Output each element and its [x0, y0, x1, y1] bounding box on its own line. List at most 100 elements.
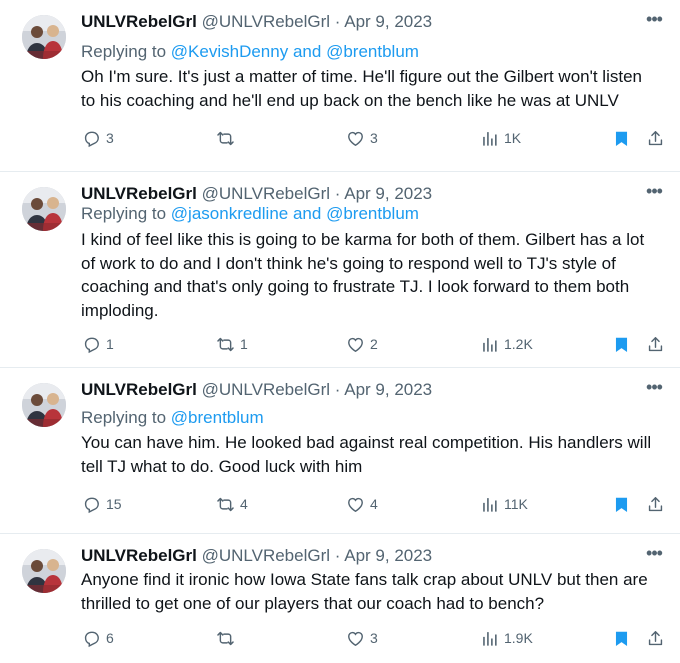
tweet-date[interactable]: Apr 9, 2023	[344, 12, 432, 31]
retweet-count: 1	[240, 336, 248, 352]
views-button[interactable]: 11K	[480, 492, 528, 516]
mention-link[interactable]: @brentblum	[326, 204, 419, 223]
retweet-button[interactable]	[216, 126, 240, 150]
view-count: 1.9K	[504, 630, 533, 646]
tweet-date[interactable]: Apr 9, 2023	[344, 184, 432, 203]
share-icon	[646, 129, 665, 148]
retweet-icon	[216, 629, 235, 648]
replying-to: Replying to @jasonkredline and @brentblu…	[81, 202, 419, 226]
reply-icon	[82, 629, 101, 648]
tweet-date[interactable]: Apr 9, 2023	[344, 546, 432, 565]
bookmark-icon	[612, 129, 631, 148]
retweet-icon	[216, 495, 235, 514]
like-button[interactable]: 3	[346, 126, 378, 150]
retweet-button[interactable]: 1	[216, 332, 248, 356]
more-icon[interactable]: •••	[644, 378, 664, 396]
replying-to: Replying to @KevishDenny and @brentblum	[81, 40, 419, 64]
tweet[interactable]: UNLVRebelGrl @UNLVRebelGrl · Apr 9, 2023…	[0, 534, 680, 663]
tweet-date[interactable]: Apr 9, 2023	[344, 380, 432, 399]
bookmark-button[interactable]	[612, 332, 631, 356]
reply-button[interactable]: 6	[82, 626, 114, 650]
share-button[interactable]	[646, 126, 665, 150]
share-button[interactable]	[646, 332, 665, 356]
handle[interactable]: @UNLVRebelGrl	[202, 380, 330, 399]
like-button[interactable]: 2	[346, 332, 378, 356]
reply-button[interactable]: 1	[82, 332, 114, 356]
view-count: 1.2K	[504, 336, 533, 352]
retweet-button[interactable]: 4	[216, 492, 248, 516]
handle[interactable]: @UNLVRebelGrl	[202, 12, 330, 31]
avatar[interactable]	[22, 549, 66, 593]
tweet-text: You can have him. He looked bad against …	[81, 433, 652, 476]
tweet-actions: 1 1 2 1.2K	[0, 332, 680, 356]
reply-icon	[82, 335, 101, 354]
share-icon	[646, 495, 665, 514]
tweet-text: I kind of feel like this is going to be …	[81, 230, 645, 320]
view-count: 1K	[504, 130, 522, 146]
views-button[interactable]: 1.2K	[480, 332, 533, 356]
avatar[interactable]	[22, 383, 66, 427]
tweet-header: UNLVRebelGrl @UNLVRebelGrl · Apr 9, 2023	[81, 10, 432, 34]
tweet-actions: 15 4 4 11K	[0, 492, 680, 516]
view-count: 11K	[504, 496, 528, 512]
like-count: 3	[370, 630, 378, 646]
tweet-text: Oh I'm sure. It's just a matter of time.…	[81, 67, 642, 110]
avatar[interactable]	[22, 15, 66, 59]
mention-link[interactable]: @brentblum	[171, 408, 264, 427]
display-name[interactable]: UNLVRebelGrl	[81, 12, 197, 31]
tweet-text: Anyone find it ironic how Iowa State fan…	[81, 570, 648, 613]
separator-dot: ·	[334, 12, 341, 31]
views-button[interactable]: 1K	[480, 126, 521, 150]
separator-dot: ·	[334, 380, 341, 399]
display-name[interactable]: UNLVRebelGrl	[81, 546, 197, 565]
replying-prefix: Replying to	[81, 408, 167, 427]
reply-icon	[82, 129, 101, 148]
replying-and[interactable]: and	[293, 204, 321, 223]
tweet[interactable]: UNLVRebelGrl @UNLVRebelGrl · Apr 9, 2023…	[0, 0, 680, 172]
mention-link[interactable]: @KevishDenny	[171, 42, 288, 61]
more-icon[interactable]: •••	[644, 544, 664, 562]
views-icon	[480, 129, 499, 148]
display-name[interactable]: UNLVRebelGrl	[81, 184, 197, 203]
retweet-count: 4	[240, 496, 248, 512]
bookmark-button[interactable]	[612, 492, 631, 516]
bookmark-button[interactable]	[612, 126, 631, 150]
more-icon[interactable]: •••	[644, 10, 664, 28]
more-icon[interactable]: •••	[644, 182, 664, 200]
reply-button[interactable]: 15	[82, 492, 122, 516]
views-button[interactable]: 1.9K	[480, 626, 533, 650]
reply-count: 1	[106, 336, 114, 352]
bookmark-button[interactable]	[612, 626, 631, 650]
replying-prefix: Replying to	[81, 204, 167, 223]
tweet-actions: 3 3 1K	[0, 126, 680, 150]
handle[interactable]: @UNLVRebelGrl	[202, 546, 330, 565]
mention-link[interactable]: @brentblum	[326, 42, 419, 61]
handle[interactable]: @UNLVRebelGrl	[202, 184, 330, 203]
views-icon	[480, 335, 499, 354]
tweet[interactable]: UNLVRebelGrl @UNLVRebelGrl · Apr 9, 2023…	[0, 368, 680, 534]
reply-button[interactable]: 3	[82, 126, 114, 150]
views-icon	[480, 495, 499, 514]
reply-count: 15	[106, 496, 122, 512]
retweet-icon	[216, 129, 235, 148]
like-button[interactable]: 4	[346, 492, 378, 516]
reply-count: 6	[106, 630, 114, 646]
mention-link[interactable]: @jasonkredline	[171, 204, 288, 223]
tweet-header: UNLVRebelGrl @UNLVRebelGrl · Apr 9, 2023	[81, 378, 432, 402]
tweet[interactable]: UNLVRebelGrl @UNLVRebelGrl · Apr 9, 2023…	[0, 172, 680, 368]
like-icon	[346, 495, 365, 514]
replying-and[interactable]: and	[293, 42, 321, 61]
separator-dot: ·	[334, 184, 341, 203]
bookmark-icon	[612, 495, 631, 514]
retweet-button[interactable]	[216, 626, 240, 650]
display-name[interactable]: UNLVRebelGrl	[81, 380, 197, 399]
share-icon	[646, 335, 665, 354]
avatar[interactable]	[22, 187, 66, 231]
retweet-icon	[216, 335, 235, 354]
bookmark-icon	[612, 335, 631, 354]
share-button[interactable]	[646, 492, 665, 516]
like-button[interactable]: 3	[346, 626, 378, 650]
like-icon	[346, 129, 365, 148]
like-count: 3	[370, 130, 378, 146]
share-button[interactable]	[646, 626, 665, 650]
